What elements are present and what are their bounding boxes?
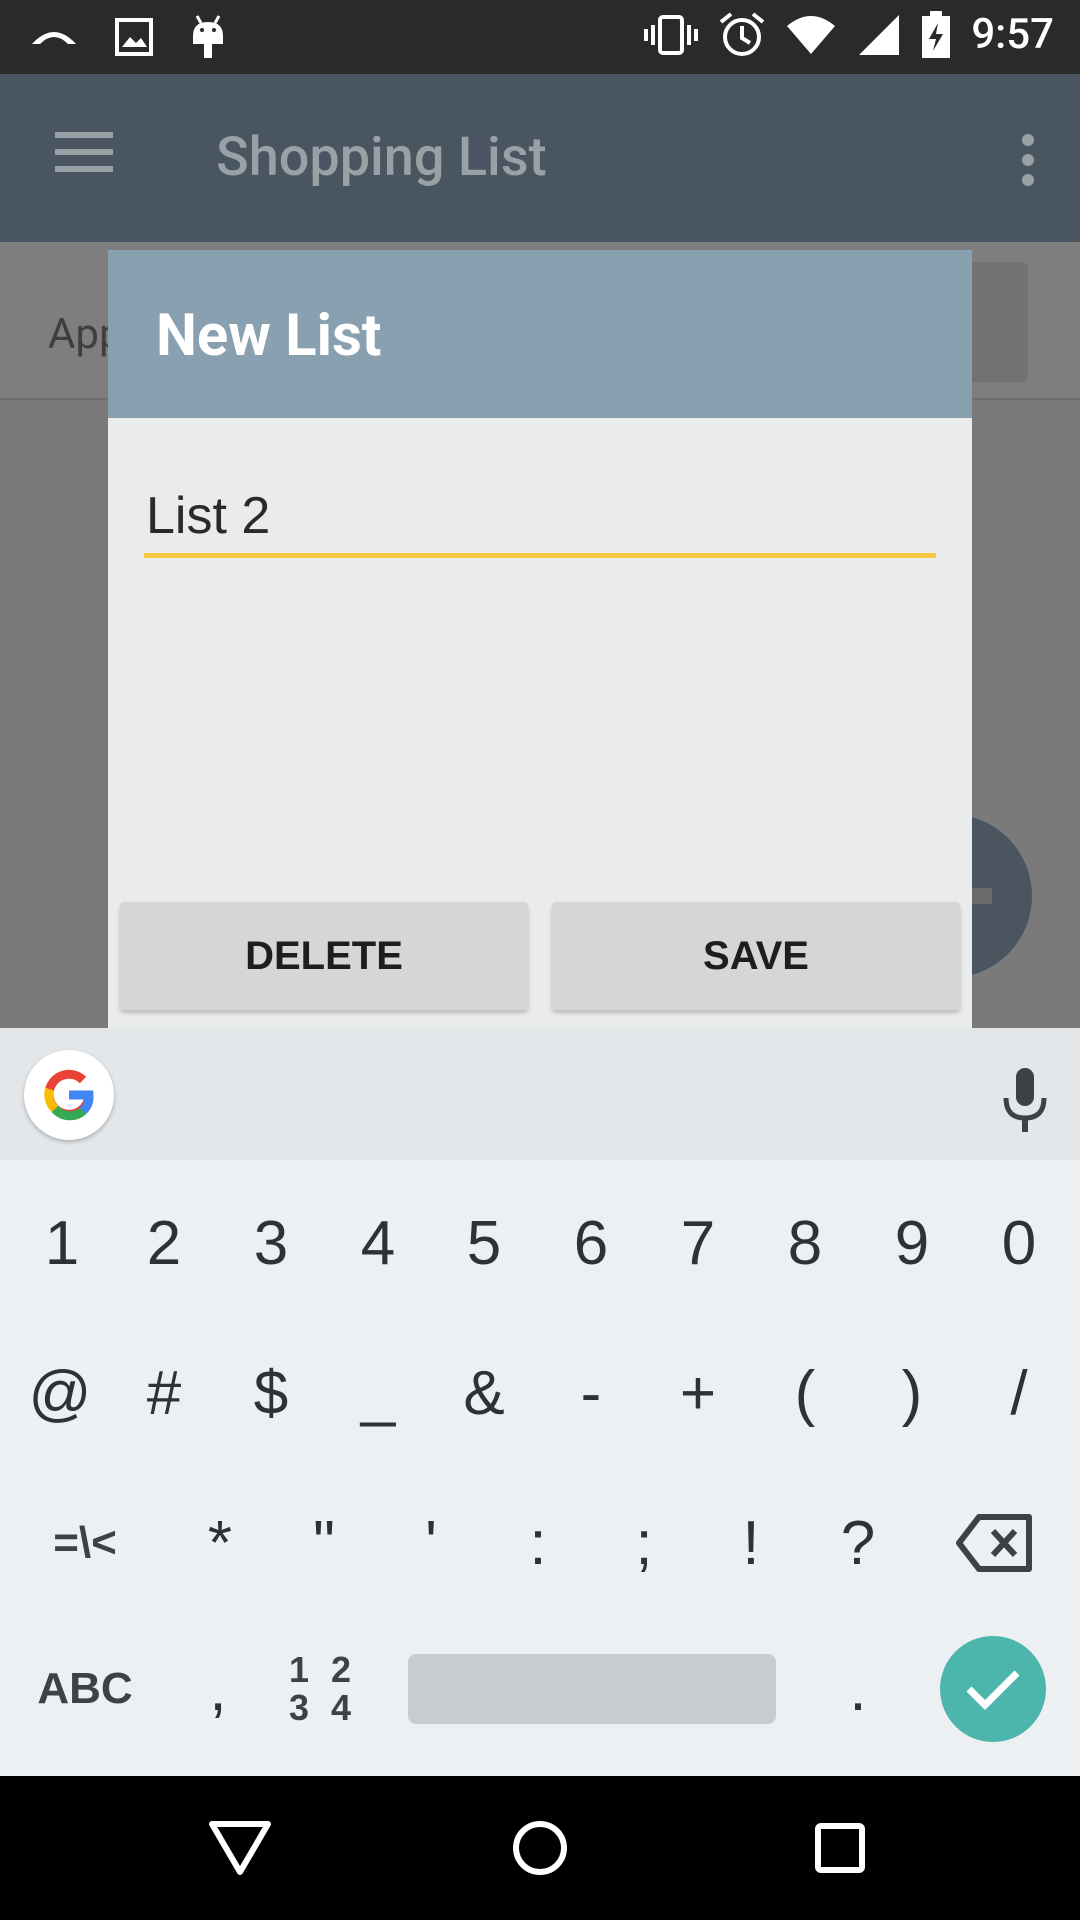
key-at[interactable]: @ — [8, 1318, 112, 1468]
key-asterisk[interactable]: * — [170, 1468, 270, 1618]
home-icon — [513, 1821, 567, 1875]
status-bar: 9:57 — [0, 0, 1080, 74]
key-8[interactable]: 8 — [755, 1168, 855, 1318]
abc-key[interactable]: ABC — [20, 1614, 150, 1764]
hamburger-menu-icon[interactable] — [55, 132, 113, 172]
overflow-menu-icon[interactable] — [1022, 134, 1034, 194]
key-question[interactable]: ? — [808, 1468, 908, 1618]
back-button[interactable] — [190, 1776, 290, 1920]
list-name-input[interactable] — [144, 478, 936, 558]
key-4[interactable]: 4 — [328, 1168, 428, 1318]
key-colon[interactable]: : — [488, 1468, 588, 1618]
key-exclamation[interactable]: ! — [701, 1468, 801, 1618]
key-single-quote[interactable]: ' — [381, 1468, 481, 1618]
navigation-bar — [0, 1776, 1080, 1920]
key-7[interactable]: 7 — [648, 1168, 748, 1318]
key-comma[interactable]: , — [168, 1614, 268, 1764]
key-more-symbols[interactable]: =\< — [20, 1468, 150, 1618]
spacebar-key[interactable] — [408, 1654, 776, 1724]
key-plus[interactable]: + — [648, 1318, 748, 1468]
key-ampersand[interactable]: & — [434, 1318, 534, 1468]
numpad-switch-top: 1 2 — [288, 1649, 358, 1690]
key-minus[interactable]: - — [541, 1318, 641, 1468]
enter-key[interactable] — [940, 1636, 1046, 1742]
key-underscore[interactable]: _ — [328, 1318, 428, 1468]
cast-icon — [32, 32, 76, 44]
keyboard-suggestion-bar — [0, 1028, 1080, 1160]
vibrate-icon — [644, 14, 699, 55]
recents-button[interactable] — [790, 1776, 890, 1920]
keyboard-row-more-symbols: =\< * " ' : ; ! ? — [0, 1468, 1080, 1618]
new-list-dialog: New List DELETE SAVE — [108, 250, 972, 1028]
clock-time: 9:57 — [971, 10, 1054, 59]
key-slash[interactable]: / — [969, 1318, 1069, 1468]
key-hash[interactable]: # — [114, 1318, 214, 1468]
keyboard-row-numbers: 1 2 3 4 5 6 7 8 9 0 — [0, 1168, 1080, 1318]
battery-charging-icon — [922, 10, 951, 58]
key-semicolon[interactable]: ; — [594, 1468, 694, 1618]
key-double-quote[interactable]: " — [274, 1468, 374, 1618]
key-5[interactable]: 5 — [434, 1168, 534, 1318]
microphone-icon[interactable] — [1000, 1066, 1050, 1136]
delete-button[interactable]: DELETE — [120, 902, 528, 1010]
signal-icon — [859, 14, 900, 55]
key-2[interactable]: 2 — [114, 1168, 214, 1318]
key-period[interactable]: . — [808, 1614, 908, 1764]
recents-icon — [815, 1823, 865, 1873]
keyboard-row-symbols: @ # $ _ & - + ( ) / — [0, 1318, 1080, 1468]
numpad-switch-key[interactable]: 1 2 3 4 — [268, 1614, 378, 1764]
home-button[interactable] — [490, 1776, 590, 1920]
backspace-key[interactable] — [935, 1468, 1055, 1618]
numpad-switch-bottom: 3 4 — [288, 1687, 358, 1728]
wifi-icon — [787, 15, 836, 54]
dialog-title: New List — [156, 302, 382, 370]
back-icon — [209, 1821, 271, 1875]
key-close-paren[interactable]: ) — [862, 1318, 962, 1468]
key-1[interactable]: 1 — [12, 1168, 112, 1318]
key-0[interactable]: 0 — [969, 1168, 1069, 1318]
dialog-header: New List — [108, 250, 972, 418]
key-3[interactable]: 3 — [221, 1168, 321, 1318]
image-icon — [115, 18, 153, 56]
checkmark-icon — [966, 1670, 1020, 1710]
backspace-icon — [956, 1514, 1032, 1572]
app-toolbar: Shopping List — [0, 74, 1080, 242]
key-9[interactable]: 9 — [862, 1168, 962, 1318]
save-button[interactable]: SAVE — [552, 902, 960, 1010]
key-open-paren[interactable]: ( — [755, 1318, 855, 1468]
key-dollar[interactable]: $ — [221, 1318, 321, 1468]
android-icon — [193, 15, 223, 58]
alarm-icon — [720, 11, 765, 56]
google-search-icon[interactable] — [24, 1050, 114, 1140]
key-6[interactable]: 6 — [541, 1168, 641, 1318]
toolbar-title: Shopping List — [216, 126, 547, 189]
